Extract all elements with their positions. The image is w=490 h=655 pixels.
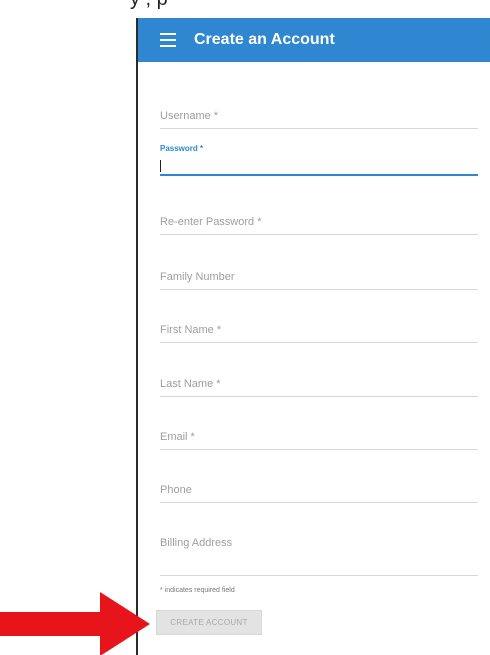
reenter-password-underline	[160, 234, 478, 235]
family-number-underline	[160, 289, 478, 290]
email-label: Email *	[160, 431, 195, 443]
reenter-password-field[interactable]: Re-enter Password *	[160, 212, 478, 242]
text-cursor	[160, 160, 161, 172]
password-underline	[160, 174, 478, 176]
red-arrow-shape	[0, 592, 150, 655]
create-account-button[interactable]: CREATE ACCOUNT	[156, 610, 262, 635]
phone-screen: Create an Account Username * Password * …	[136, 18, 490, 655]
email-underline	[160, 449, 478, 450]
screenshot-stage: y , p Create an Account Username * Passw…	[0, 0, 490, 655]
family-number-field[interactable]: Family Number	[160, 267, 478, 297]
billing-address-field[interactable]: Billing Address	[160, 533, 478, 583]
app-bar: Create an Account	[138, 18, 490, 62]
username-label: Username *	[160, 110, 219, 122]
last-name-label: Last Name *	[160, 378, 221, 390]
password-field[interactable]: Password *	[160, 144, 478, 184]
username-underline	[160, 128, 478, 129]
reenter-password-label: Re-enter Password *	[160, 216, 262, 228]
required-field-note: * indicates required field	[160, 587, 235, 594]
page-title: Create an Account	[194, 31, 335, 48]
hamburger-menu-icon[interactable]	[160, 33, 176, 47]
cropped-top-text: y , p	[130, 0, 490, 20]
phone-underline	[160, 502, 478, 503]
last-name-underline	[160, 396, 478, 397]
username-field[interactable]: Username *	[160, 106, 478, 136]
first-name-underline	[160, 342, 478, 343]
red-arrow-annotation	[0, 592, 150, 655]
password-label: Password *	[160, 144, 204, 153]
billing-address-label: Billing Address	[160, 537, 233, 549]
phone-field[interactable]: Phone	[160, 480, 478, 510]
last-name-field[interactable]: Last Name *	[160, 374, 478, 404]
billing-address-underline	[160, 575, 478, 576]
first-name-label: First Name *	[160, 324, 222, 336]
email-field[interactable]: Email *	[160, 427, 478, 457]
first-name-field[interactable]: First Name *	[160, 320, 478, 350]
family-number-label: Family Number	[160, 271, 235, 283]
phone-label: Phone	[160, 484, 192, 496]
